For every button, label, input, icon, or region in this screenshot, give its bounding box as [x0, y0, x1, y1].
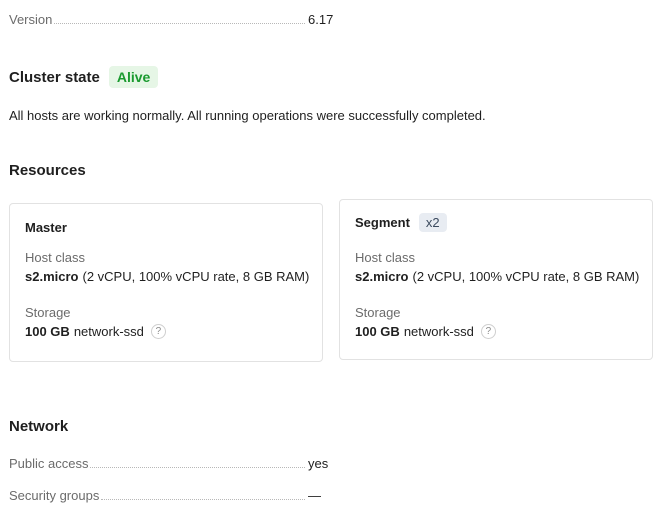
- help-icon[interactable]: ?: [150, 324, 166, 339]
- segment-host-class-label: Host class: [355, 250, 415, 265]
- master-storage-value: 100 GB network-ssd ?: [25, 324, 166, 339]
- security-groups-row: Security groups —: [9, 486, 334, 504]
- master-card: Master Host class s2.micro (2 vCPU, 100%…: [9, 203, 323, 362]
- master-storage-type: network-ssd: [73, 324, 144, 339]
- segment-host-class-detail: (2 vCPU, 100% vCPU rate, 8 GB RAM): [412, 269, 640, 284]
- segment-storage-value: 100 GB network-ssd ?: [355, 324, 496, 339]
- dotted-leader: [90, 467, 305, 468]
- dotted-leader: [54, 23, 305, 24]
- master-host-class-label: Host class: [25, 250, 85, 265]
- segment-storage-size: 100 GB: [355, 324, 400, 339]
- public-access-row: Public access yes: [9, 454, 334, 472]
- security-groups-value: —: [308, 488, 321, 503]
- version-row: Version 6.17: [9, 10, 334, 28]
- network-title: Network: [9, 418, 69, 435]
- master-host-class-detail: (2 vCPU, 100% vCPU rate, 8 GB RAM): [82, 269, 310, 284]
- segment-host-class-value: s2.micro (2 vCPU, 100% vCPU rate, 8 GB R…: [355, 269, 639, 284]
- master-host-class-value: s2.micro (2 vCPU, 100% vCPU rate, 8 GB R…: [25, 269, 309, 284]
- segment-title: Segment: [355, 215, 410, 230]
- segment-storage-label: Storage: [355, 305, 401, 320]
- version-label: Version: [9, 12, 53, 27]
- segment-host-class-name: s2.micro: [355, 269, 409, 284]
- public-access-value: yes: [308, 456, 329, 471]
- public-access-label: Public access: [9, 456, 89, 471]
- dotted-leader: [101, 499, 305, 500]
- segment-card-header: Segment x2: [355, 213, 447, 232]
- segment-count-badge: x2: [418, 213, 447, 232]
- cluster-state-header: Cluster state Alive: [9, 66, 159, 88]
- master-host-class-name: s2.micro: [25, 269, 79, 284]
- master-storage-label: Storage: [25, 305, 71, 320]
- cluster-state-description: All hosts are working normally. All runn…: [9, 108, 486, 123]
- security-groups-label: Security groups: [9, 488, 100, 503]
- segment-storage-type: network-ssd: [403, 324, 474, 339]
- version-value: 6.17: [308, 12, 334, 27]
- resources-title: Resources: [9, 162, 86, 179]
- status-badge: Alive: [108, 66, 159, 88]
- master-title: Master: [25, 220, 67, 235]
- master-card-header: Master: [25, 220, 67, 235]
- master-storage-size: 100 GB: [25, 324, 70, 339]
- cluster-state-title: Cluster state: [9, 68, 100, 86]
- segment-card: Segment x2 Host class s2.micro (2 vCPU, …: [339, 199, 653, 360]
- help-icon[interactable]: ?: [480, 324, 496, 339]
